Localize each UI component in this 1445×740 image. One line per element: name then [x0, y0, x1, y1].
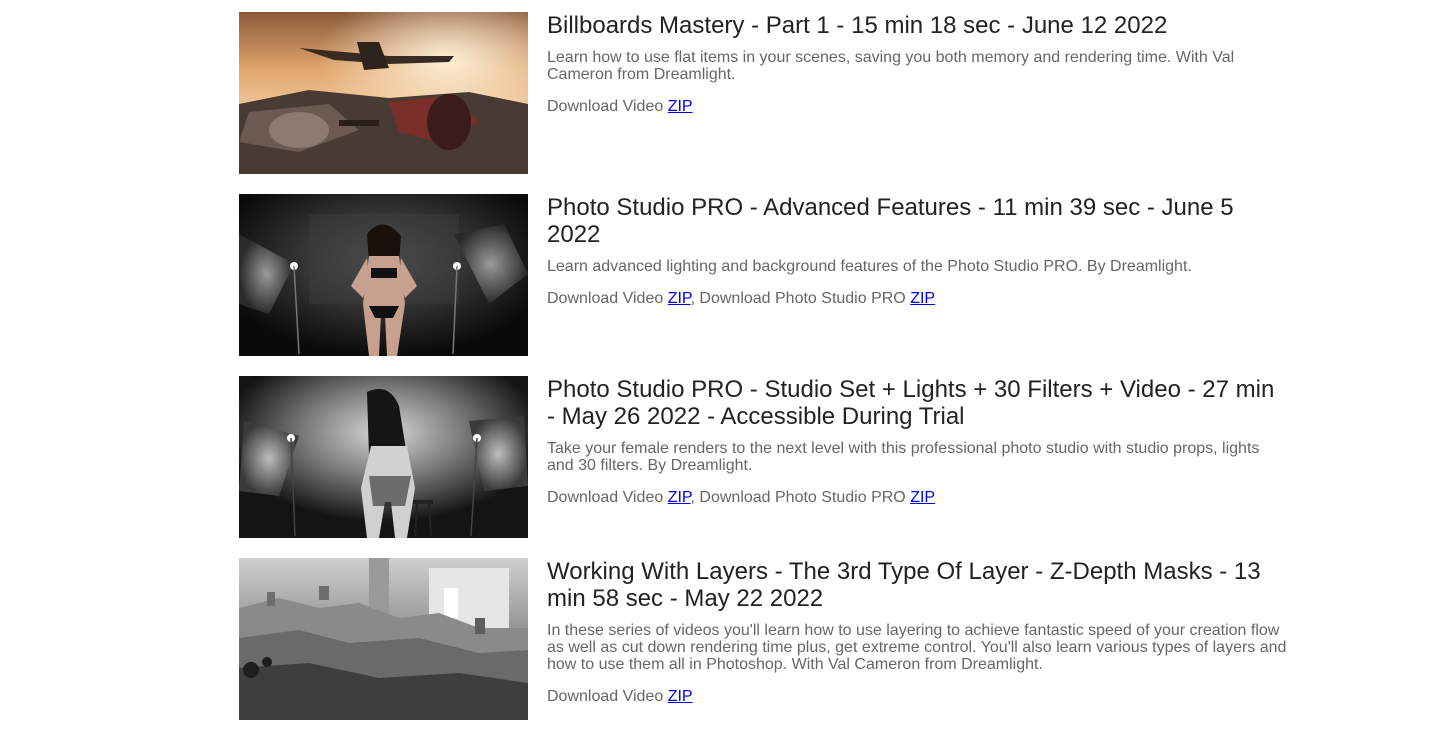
- video-info: Billboards Mastery - Part 1 - 15 min 18 …: [547, 12, 1287, 117]
- video-item: Photo Studio PRO - Studio Set + Lights +…: [239, 376, 1289, 538]
- download-links: Download Video ZIP: [547, 97, 1287, 117]
- video-item: Billboards Mastery - Part 1 - 15 min 18 …: [239, 12, 1289, 174]
- download-label: Download Video: [547, 489, 668, 506]
- video-description: Take your female renders to the next lev…: [547, 440, 1260, 474]
- download-label: Download Video: [547, 688, 668, 705]
- download-photo-studio-zip-link[interactable]: ZIP: [910, 489, 935, 506]
- download-video-zip-link[interactable]: ZIP: [668, 290, 691, 307]
- download-label: Download Video: [547, 290, 668, 307]
- download-video-zip-link[interactable]: ZIP: [668, 98, 693, 115]
- photo-studio-bw-thumbnail: [239, 376, 528, 538]
- video-thumbnail-link[interactable]: [239, 558, 528, 720]
- download-links: Download Video ZIP, Download Photo Studi…: [547, 289, 1287, 309]
- download-label: , Download Photo Studio PRO: [690, 489, 911, 506]
- download-label: , Download Photo Studio PRO: [690, 290, 911, 307]
- video-thumbnail-link[interactable]: [239, 376, 528, 538]
- video-thumbnail-link[interactable]: [239, 12, 528, 174]
- video-thumbnail-link[interactable]: [239, 194, 528, 356]
- video-item: Working With Layers - The 3rd Type Of La…: [239, 558, 1289, 720]
- download-label: Download Video: [547, 98, 668, 115]
- photo-studio-model-thumbnail: [239, 194, 528, 356]
- video-title: Photo Studio PRO - Advanced Features - 1…: [547, 194, 1234, 248]
- billboards-spaceship-thumbnail: [239, 12, 528, 174]
- zdepth-castle-thumbnail: [239, 558, 528, 720]
- download-video-zip-link[interactable]: ZIP: [668, 688, 693, 705]
- video-list: Billboards Mastery - Part 1 - 15 min 18 …: [239, 12, 1289, 740]
- video-title: Billboards Mastery - Part 1 - 15 min 18 …: [547, 12, 1168, 39]
- video-title: Working With Layers - The 3rd Type Of La…: [547, 558, 1261, 612]
- video-info: Working With Layers - The 3rd Type Of La…: [547, 558, 1287, 707]
- video-info: Photo Studio PRO - Advanced Features - 1…: [547, 194, 1287, 309]
- download-links: Download Video ZIP, Download Photo Studi…: [547, 488, 1287, 508]
- download-links: Download Video ZIP: [547, 687, 1287, 707]
- video-description: Learn how to use flat items in your scen…: [547, 49, 1235, 83]
- video-item: Photo Studio PRO - Advanced Features - 1…: [239, 194, 1289, 356]
- video-info: Photo Studio PRO - Studio Set + Lights +…: [547, 376, 1287, 508]
- download-video-zip-link[interactable]: ZIP: [668, 489, 691, 506]
- video-title: Photo Studio PRO - Studio Set + Lights +…: [547, 376, 1275, 430]
- video-description: Learn advanced lighting and background f…: [547, 258, 1192, 275]
- video-description: In these series of videos you'll learn h…: [547, 622, 1287, 673]
- download-photo-studio-zip-link[interactable]: ZIP: [910, 290, 935, 307]
